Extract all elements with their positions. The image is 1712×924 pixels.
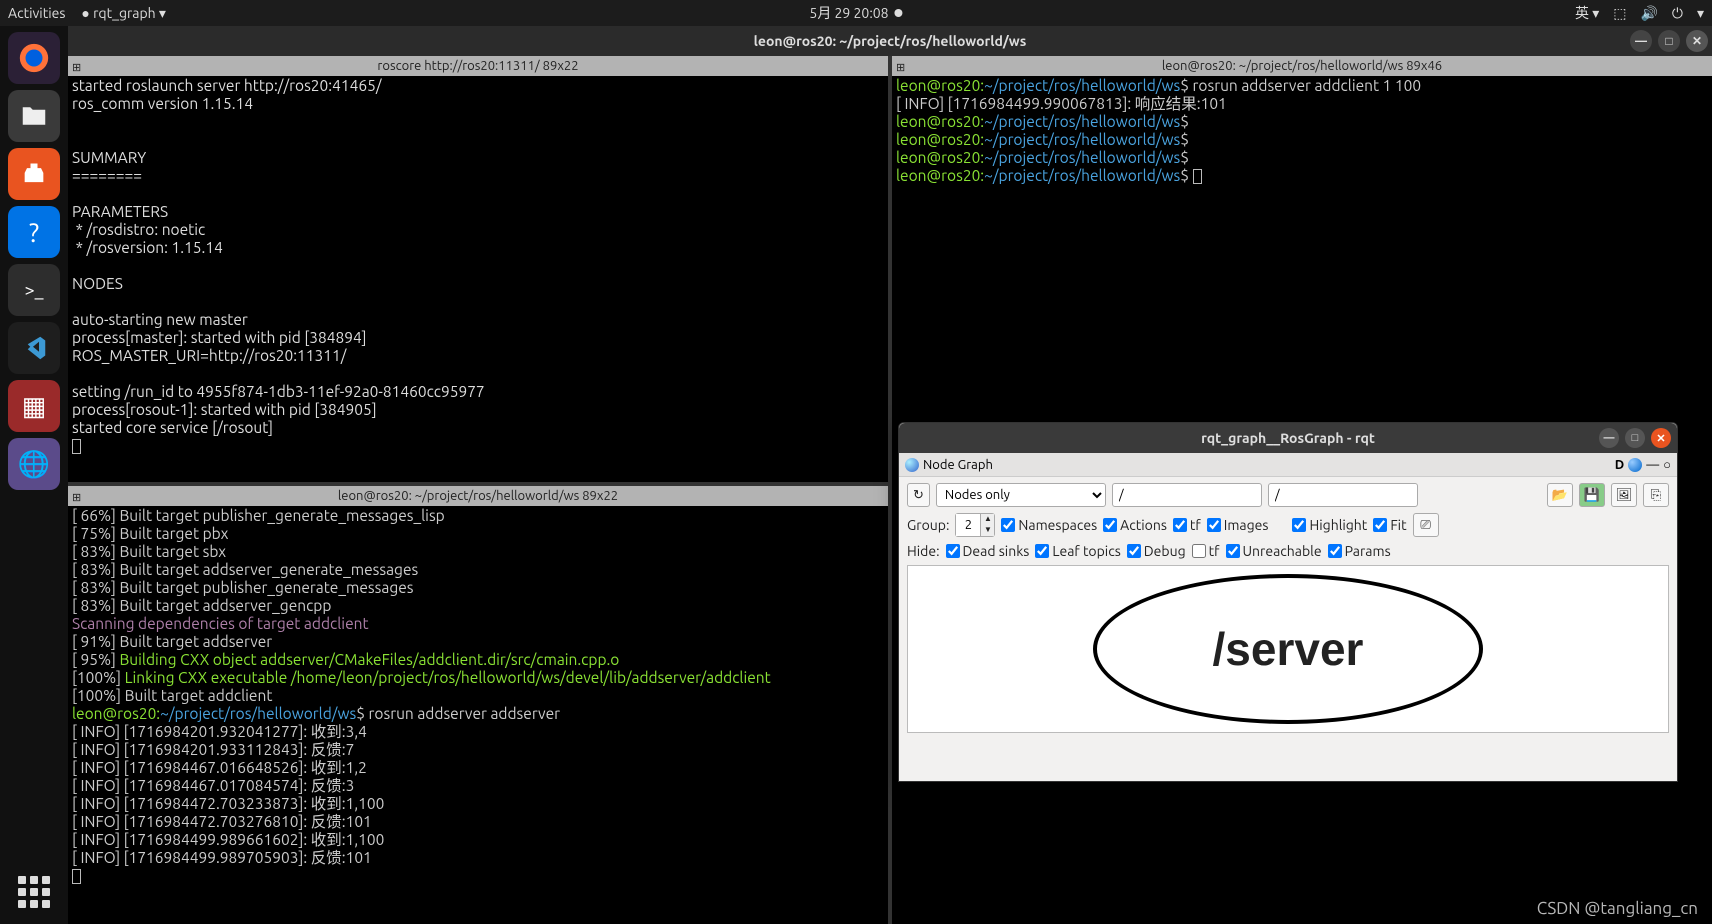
rqt-row-2: Group: ▲▼ Namespaces Actions tf Images H…: [907, 513, 1669, 537]
activities-button[interactable]: Activities: [8, 5, 65, 21]
app-menu[interactable]: ● rqt_graph ▾: [81, 5, 166, 22]
close-button[interactable]: ✕: [1686, 30, 1708, 52]
chk-tf[interactable]: tf: [1173, 517, 1201, 533]
graph-canvas[interactable]: /server: [907, 565, 1669, 733]
maximize-button[interactable]: □: [1658, 30, 1680, 52]
window-title: leon@ros20: ~/project/ros/helloworld/ws …: [68, 26, 1712, 56]
show-apps-icon[interactable]: [14, 872, 54, 912]
power-icon[interactable]: ⏻: [1672, 5, 1683, 22]
chk-highlight[interactable]: Highlight: [1292, 517, 1367, 533]
minimize-button[interactable]: —: [1599, 428, 1619, 448]
gnome-topbar: Activities ● rqt_graph ▾ 5月 29 20:08 英 ▾…: [0, 0, 1712, 26]
rqt-tabbar: Node Graph D — ○: [899, 453, 1677, 477]
terminal-icon[interactable]: >_: [8, 264, 60, 316]
chk-unreachable[interactable]: Unreachable: [1226, 543, 1322, 559]
settings-icon[interactable]: ⎚: [1413, 513, 1439, 537]
save-icon[interactable]: 💾: [1579, 483, 1605, 507]
circle-icon[interactable]: ○: [1663, 457, 1671, 472]
dock: ? >_ ▦ 🌐: [0, 26, 68, 924]
export-icon[interactable]: ⎘: [1643, 483, 1669, 507]
ime-indicator[interactable]: 英 ▾: [1575, 3, 1599, 23]
rqt-titlebar[interactable]: rqt_graph__RosGraph - rqt — □ ✕: [899, 423, 1677, 453]
image-icon[interactable]: 🖼: [1611, 483, 1637, 507]
chk-debug[interactable]: Debug: [1127, 543, 1186, 559]
pane-title: ⊞leon@ros20: ~/project/ros/helloworld/ws…: [892, 56, 1712, 76]
chk-deadsinks[interactable]: Dead sinks: [946, 543, 1030, 559]
node-graph-icon: [905, 458, 919, 472]
filter-input-2[interactable]: [1268, 483, 1418, 507]
dock-d-button[interactable]: D: [1615, 458, 1624, 472]
group-spinner[interactable]: ▲▼: [955, 513, 995, 537]
rqt-row-3: Hide: Dead sinks Leaf topics Debug tf Un…: [907, 543, 1669, 559]
filter-input-1[interactable]: [1112, 483, 1262, 507]
rqt-window[interactable]: rqt_graph__RosGraph - rqt — □ ✕ Node Gra…: [898, 422, 1678, 782]
chk-leaf[interactable]: Leaf topics: [1035, 543, 1120, 559]
help-icon[interactable]: ?: [8, 206, 60, 258]
app-icon[interactable]: ▦: [8, 380, 60, 432]
pane-title: ⊞roscore http://ros20:11311/ 89x22: [68, 56, 888, 76]
refresh-button[interactable]: ↻: [907, 483, 930, 507]
minimize-button[interactable]: —: [1630, 30, 1652, 52]
tab-label[interactable]: Node Graph: [923, 458, 993, 472]
open-icon[interactable]: 📂: [1547, 483, 1573, 507]
watermark: CSDN @tangliang_cn: [1537, 899, 1698, 918]
chk-fit[interactable]: Fit: [1373, 517, 1406, 533]
network-icon[interactable]: ⬚: [1613, 5, 1626, 22]
rqt-row-1: ↻ Nodes only 📂 💾 🖼 ⎘: [907, 483, 1669, 507]
chk-params[interactable]: Params: [1328, 543, 1391, 559]
clock[interactable]: 5月 29 20:08: [809, 3, 902, 23]
volume-icon[interactable]: 🔊: [1640, 5, 1657, 22]
chk-actions[interactable]: Actions: [1103, 517, 1167, 533]
firefox-icon[interactable]: [8, 32, 60, 84]
terminal-pane-roscore[interactable]: ⊞roscore http://ros20:11311/ 89x22 start…: [68, 56, 888, 486]
chk-tf2[interactable]: tf: [1192, 543, 1220, 559]
globe-icon[interactable]: 🌐: [8, 438, 60, 490]
chk-namespaces[interactable]: Namespaces: [1001, 517, 1097, 533]
maximize-button[interactable]: □: [1625, 428, 1645, 448]
hide-label: Hide:: [907, 543, 940, 559]
vscode-icon[interactable]: [8, 322, 60, 374]
chevron-down-icon[interactable]: ▾: [1697, 5, 1704, 22]
software-icon[interactable]: [8, 148, 60, 200]
chk-images[interactable]: Images: [1207, 517, 1269, 533]
view-mode-select[interactable]: Nodes only: [936, 483, 1106, 507]
terminal-pane-build[interactable]: ⊞leon@ros20: ~/project/ros/helloworld/ws…: [68, 486, 888, 924]
graph-node-server[interactable]: /server: [1093, 574, 1483, 724]
files-icon[interactable]: [8, 90, 60, 142]
group-label: Group:: [907, 517, 949, 533]
close-button[interactable]: ✕: [1651, 428, 1671, 448]
min-icon[interactable]: —: [1646, 458, 1659, 472]
pane-title: ⊞leon@ros20: ~/project/ros/helloworld/ws…: [68, 486, 888, 506]
help-icon[interactable]: [1628, 458, 1642, 472]
